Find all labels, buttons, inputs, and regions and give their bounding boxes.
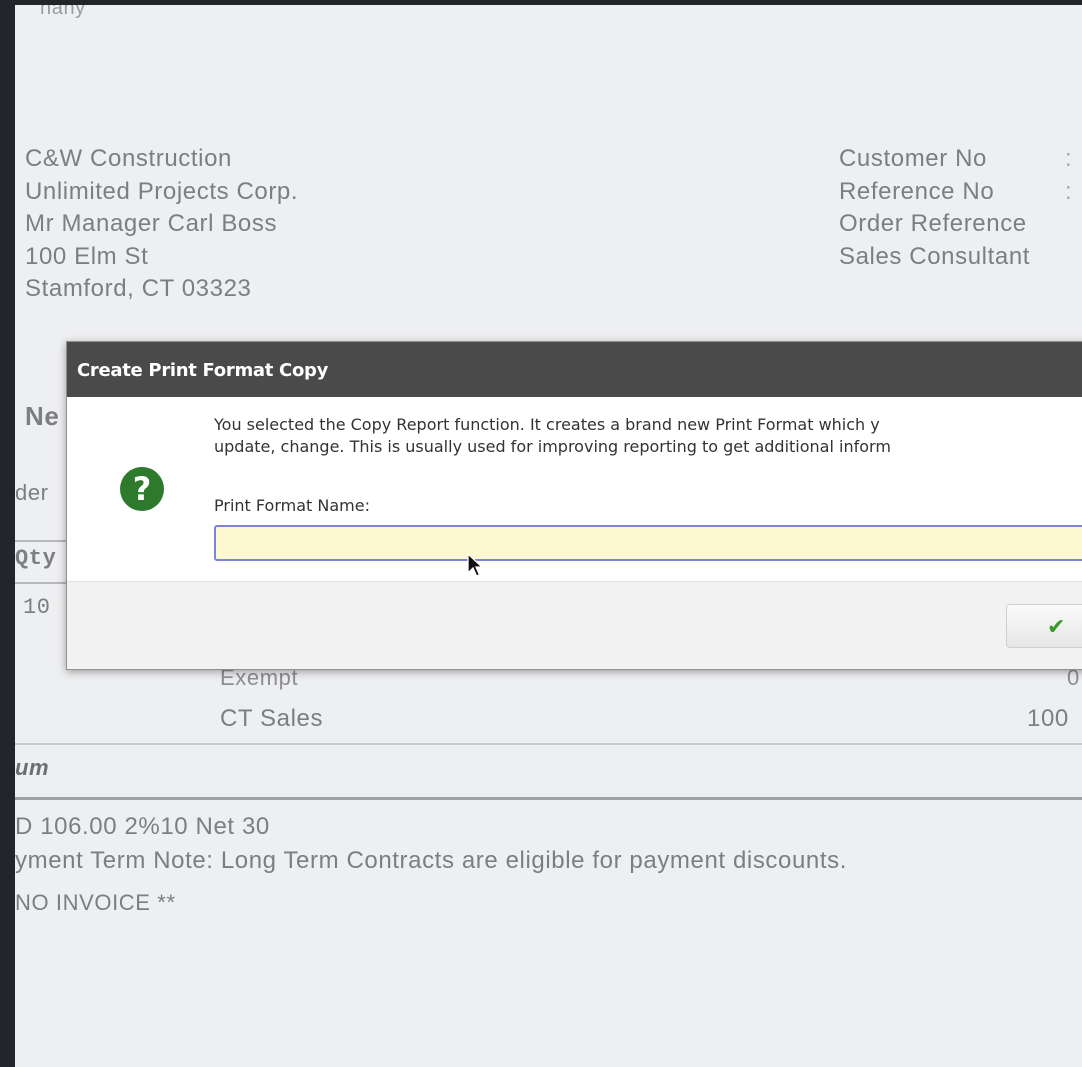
meta-colons: : :	[1065, 143, 1072, 208]
question-icon: ?	[120, 467, 164, 511]
meta-label: Sales Consultant	[839, 242, 1031, 270]
dialog-title: Create Print Format Copy	[67, 342, 1082, 397]
meta-label: Reference No	[839, 177, 995, 205]
sum-top-rule	[15, 743, 1082, 745]
meta-label: Customer No	[839, 145, 987, 172]
address-line: Stamford, CT 03323	[25, 275, 252, 302]
document-heading-fragment: Ne	[25, 401, 60, 431]
dialog-message-line: update, change. This is usually used for…	[214, 437, 891, 456]
window-left-edge	[0, 0, 15, 1067]
create-print-format-dialog: Create Print Format Copy ? You selected …	[66, 341, 1082, 670]
print-format-name-input[interactable]	[214, 525, 1082, 561]
qty-value: 10	[23, 595, 51, 620]
meta-label: Order Reference	[839, 210, 1027, 237]
address-line: C&W Construction	[25, 145, 232, 172]
address-line: Mr Manager Carl Boss	[25, 210, 278, 237]
checkmark-icon: ✔	[1047, 614, 1066, 639]
no-invoice-note: NO INVOICE **	[15, 890, 176, 915]
dialog-message-line: You selected the Copy Report function. I…	[214, 415, 880, 434]
tax-ct-sales-value: 100	[1027, 705, 1069, 732]
customer-address: C&W Construction Unlimited Projects Corp…	[25, 143, 298, 306]
dialog-message: You selected the Copy Report function. I…	[214, 414, 891, 458]
grand-total-line: D 106.00 2%10 Net 30	[15, 813, 270, 840]
order-label-fragment: der	[15, 480, 49, 505]
dialog-body: ? You selected the Copy Report function.…	[67, 397, 1082, 581]
qty-column-header: Qty	[15, 546, 57, 571]
meta-colon: :	[1065, 145, 1073, 172]
mouse-pointer-icon	[467, 553, 483, 577]
ok-button[interactable]: ✔	[1006, 604, 1082, 648]
payment-term-note: yment Term Note: Long Term Contracts are…	[15, 847, 848, 874]
address-line: 100 Elm St	[25, 242, 149, 270]
meta-colon: :	[1065, 177, 1073, 205]
document-meta-labels: Customer No Reference No Order Reference…	[839, 143, 1030, 273]
print-format-name-label: Print Format Name:	[214, 496, 370, 515]
address-line: Unlimited Projects Corp.	[25, 177, 299, 205]
company-name-fragment: nany	[40, 5, 86, 19]
dialog-footer: ✔	[67, 581, 1082, 669]
sum-label: um	[15, 755, 50, 780]
sum-bottom-rule	[15, 797, 1082, 800]
tax-ct-sales-label: CT Sales	[220, 705, 324, 732]
